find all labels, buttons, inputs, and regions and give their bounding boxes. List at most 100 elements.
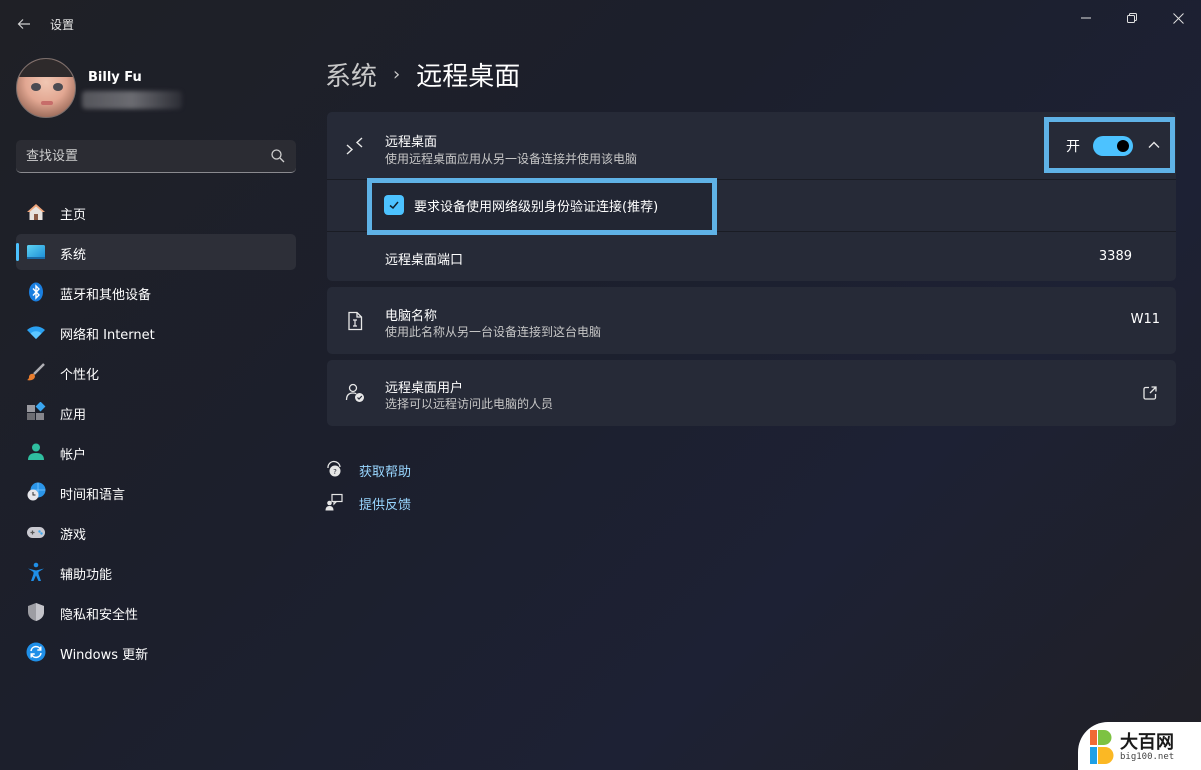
sidebar-item-system[interactable]: 系统 [16, 234, 296, 270]
get-help-link[interactable]: ? 获取帮助 [325, 458, 525, 491]
sidebar-item-label: 帐户 [60, 448, 87, 463]
sidebar-item-label: 系统 [60, 248, 87, 263]
checkmark-icon [389, 201, 399, 210]
search-icon[interactable] [270, 148, 286, 164]
watermark: 大百网 big100.net [1078, 722, 1201, 770]
sidebar-nav: 主页 系统 蓝牙和其他设备 网络和 Internet 个性化 应用 帐户 时间和… [16, 194, 296, 674]
sidebar-item-apps[interactable]: 应用 [16, 394, 296, 430]
active-indicator [16, 243, 19, 261]
remote-desktop-users-card[interactable]: 远程桌面用户 选择可以远程访问此电脑的人员 [327, 360, 1176, 426]
remote-desktop-icon [346, 137, 363, 155]
sidebar-item-label: 隐私和安全性 [60, 608, 139, 623]
sidebar-item-personalization[interactable]: 个性化 [16, 354, 296, 390]
sidebar-item-label: 个性化 [60, 368, 100, 383]
home-icon [27, 204, 45, 220]
avatar [16, 58, 76, 118]
sidebar-item-label: 主页 [60, 208, 87, 223]
nla-setting-row: 要求设备使用网络级别身份验证连接(推荐) [327, 178, 1176, 235]
accessibility-icon [28, 562, 44, 581]
breadcrumb-separator: › [393, 64, 401, 85]
rd-users-subtitle: 选择可以远程访问此电脑的人员 [385, 397, 554, 411]
give-feedback-text[interactable]: 提供反馈 [359, 494, 411, 513]
page-title: 远程桌面 [416, 62, 521, 92]
watermark-subtitle: big100.net [1120, 752, 1175, 762]
account-icon [28, 443, 44, 460]
open-external-icon[interactable] [1142, 385, 1158, 401]
watermark-logo-icon [1090, 730, 1114, 764]
apps-icon [27, 402, 46, 420]
sidebar-item-time-language[interactable]: 时间和语言 [16, 474, 296, 510]
port-setting-row: 远程桌面端口 3389 [327, 232, 1176, 281]
get-help-text[interactable]: 获取帮助 [359, 461, 411, 480]
app-title: 设置 [50, 18, 75, 32]
sidebar-item-accessibility[interactable]: 辅助功能 [16, 554, 296, 590]
svg-text:?: ? [333, 468, 337, 476]
close-icon [1172, 12, 1184, 24]
user-check-icon [345, 383, 364, 402]
pc-name-title: 电脑名称 [385, 309, 438, 324]
title-bar: 设置 [0, 0, 1201, 46]
sidebar-item-privacy[interactable]: 隐私和安全性 [16, 594, 296, 630]
rd-users-title: 远程桌面用户 [385, 381, 464, 396]
windows-update-icon [26, 642, 46, 662]
sidebar-item-windows-update[interactable]: Windows 更新 [16, 634, 296, 670]
toggle-state-label: 开 [1066, 139, 1080, 155]
restore-icon [1127, 13, 1137, 23]
user-name: Billy Fu [88, 70, 142, 85]
help-links: ? 获取帮助 提供反馈 [325, 458, 525, 524]
user-profile[interactable]: Billy Fu [16, 58, 296, 118]
remote-desktop-subtitle: 使用远程桌面应用从另一设备连接并使用该电脑 [385, 152, 638, 166]
pc-name-card: 电脑名称 使用此名称从另一台设备连接到这台电脑 W11 [327, 287, 1176, 354]
arrow-left-icon [17, 19, 30, 29]
minimize-icon [1081, 17, 1091, 19]
nla-highlight: 要求设备使用网络级别身份验证连接(推荐) [367, 178, 717, 235]
sidebar-item-label: 时间和语言 [60, 488, 126, 503]
wifi-icon [27, 326, 45, 339]
toggle-highlight: 开 [1044, 117, 1175, 173]
pc-name-value: W11 [1130, 312, 1160, 327]
remote-desktop-card: 远程桌面 使用远程桌面应用从另一设备连接并使用该电脑 开 要求设备使用网络级别身… [327, 112, 1176, 281]
shield-icon [28, 603, 44, 621]
user-email-redacted [82, 91, 182, 109]
gamepad-icon [27, 527, 45, 538]
remote-desktop-title: 远程桌面 [385, 135, 438, 150]
feedback-icon [325, 493, 343, 511]
sidebar-item-network[interactable]: 网络和 Internet [16, 314, 296, 350]
port-value: 3389 [1098, 249, 1132, 264]
chevron-up-icon[interactable] [1145, 136, 1163, 154]
watermark-title: 大百网 [1120, 732, 1174, 753]
search-input[interactable] [16, 140, 266, 172]
back-button[interactable] [12, 12, 36, 36]
breadcrumb-parent[interactable]: 系统 [325, 56, 377, 93]
bluetooth-icon [29, 282, 43, 302]
sidebar-item-label: 游戏 [60, 528, 87, 543]
sidebar-item-bluetooth[interactable]: 蓝牙和其他设备 [16, 274, 296, 310]
sidebar: Billy Fu 主页 系统 蓝牙和其他设备 网络和 Internet 个性化 [0, 46, 310, 770]
sidebar-item-label: 蓝牙和其他设备 [60, 288, 152, 303]
pc-name-icon [348, 311, 363, 331]
give-feedback-link[interactable]: 提供反馈 [325, 491, 525, 524]
sidebar-item-accounts[interactable]: 帐户 [16, 434, 296, 470]
toggle-knob [1117, 140, 1129, 152]
sidebar-item-label: 应用 [60, 408, 87, 423]
close-button[interactable] [1156, 4, 1200, 32]
remote-desktop-toggle[interactable] [1093, 136, 1133, 156]
breadcrumb: 系统 › 远程桌面 [325, 56, 520, 93]
sidebar-item-home[interactable]: 主页 [16, 194, 296, 230]
brush-icon [27, 363, 45, 381]
nla-checkbox[interactable] [384, 195, 404, 215]
sidebar-item-label: 网络和 Internet [60, 328, 155, 343]
sidebar-item-gaming[interactable]: 游戏 [16, 514, 296, 550]
pc-name-subtitle: 使用此名称从另一台设备连接到这台电脑 [385, 325, 602, 339]
system-display-icon [27, 245, 45, 259]
search-box[interactable] [16, 140, 296, 173]
port-label: 远程桌面端口 [385, 253, 464, 268]
minimize-button[interactable] [1064, 4, 1108, 32]
help-icon: ? [327, 460, 341, 477]
sidebar-item-label: Windows 更新 [60, 648, 149, 663]
time-language-icon [27, 482, 46, 501]
sidebar-item-label: 辅助功能 [60, 568, 113, 583]
nla-label[interactable]: 要求设备使用网络级别身份验证连接(推荐) [414, 196, 658, 215]
remote-desktop-header[interactable]: 远程桌面 使用远程桌面应用从另一设备连接并使用该电脑 开 [327, 112, 1176, 180]
restore-button[interactable] [1110, 4, 1154, 32]
